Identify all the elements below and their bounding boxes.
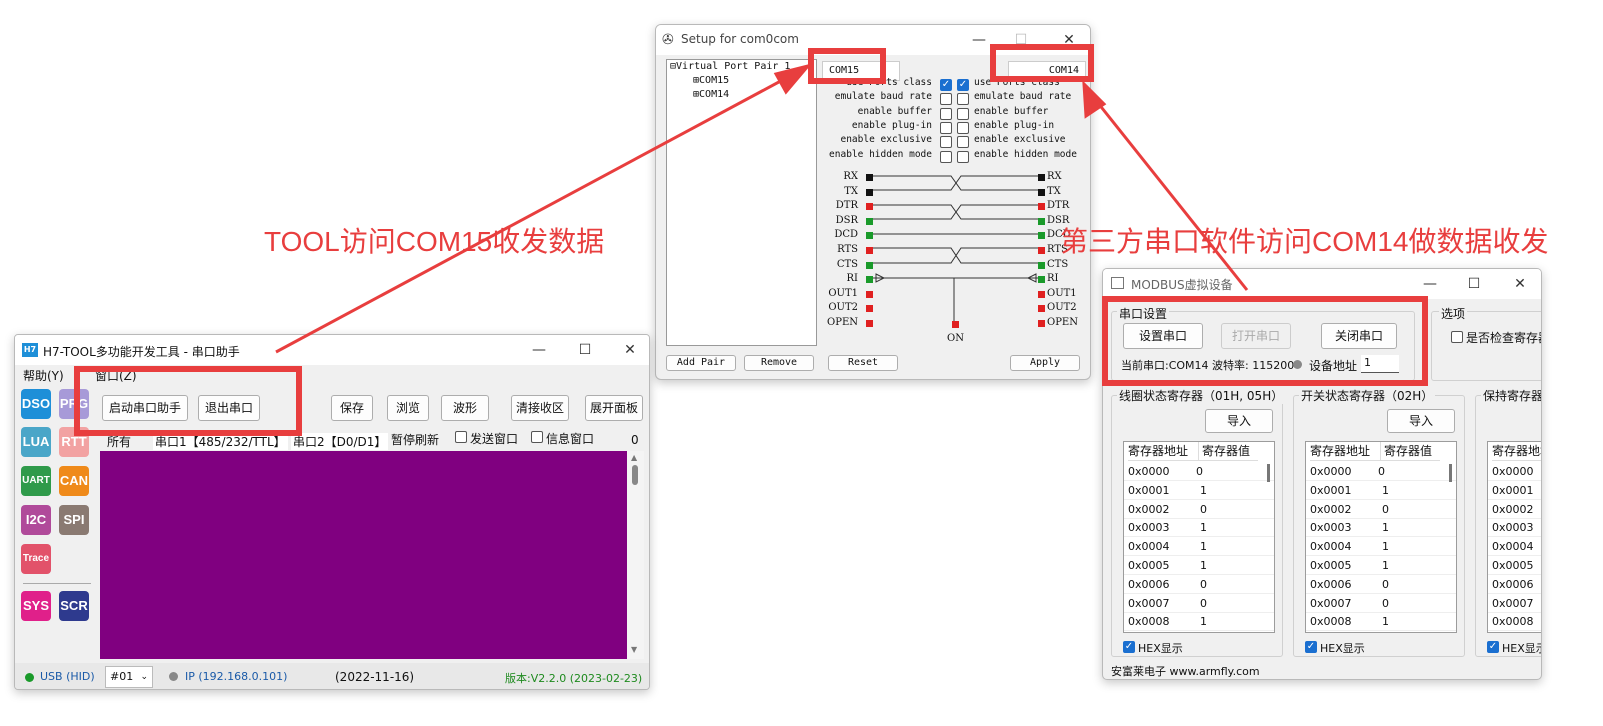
- highlight-com14: [990, 44, 1094, 82]
- highlight-com15: [808, 48, 886, 84]
- highlight-serial-buttons: [74, 366, 302, 436]
- highlight-serial-settings: [1102, 296, 1428, 386]
